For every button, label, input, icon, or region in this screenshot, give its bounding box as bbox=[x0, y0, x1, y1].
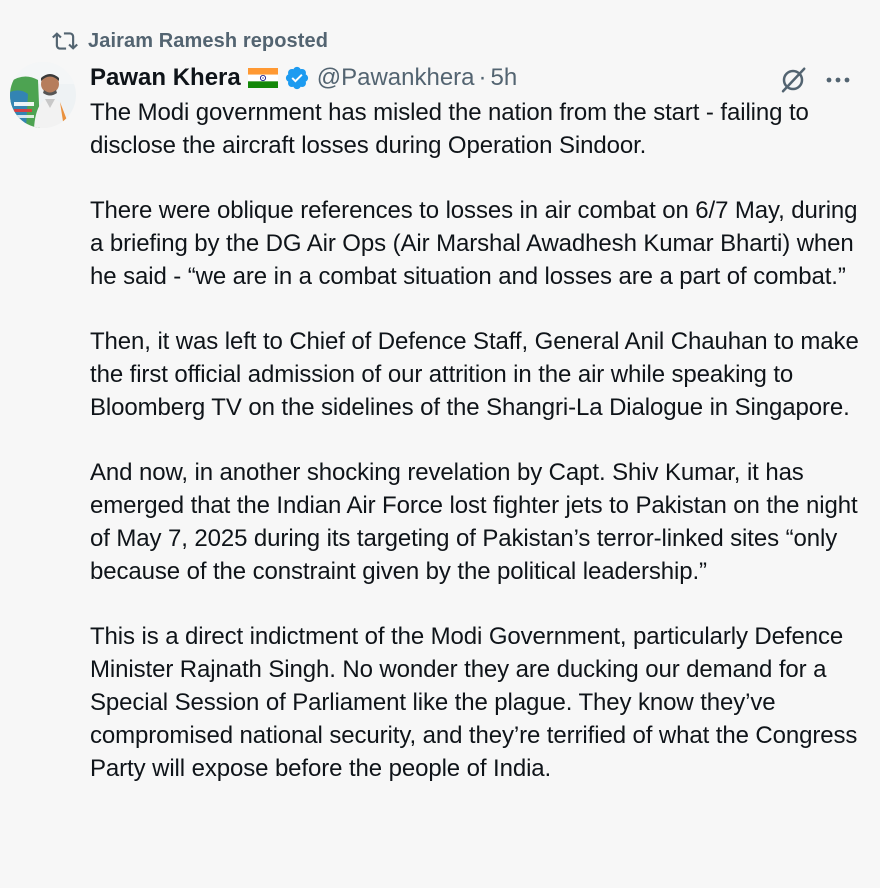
tweet-paragraph: The Modi government has misled the natio… bbox=[90, 99, 809, 159]
tweet-card[interactable]: Jairam Ramesh reposted Pawan Khera @Pawa… bbox=[0, 6, 880, 888]
repost-indicator[interactable]: Jairam Ramesh reposted bbox=[52, 26, 328, 56]
author-name[interactable]: Pawan Khera bbox=[90, 64, 241, 92]
grok-icon[interactable] bbox=[778, 65, 808, 95]
tweet-paragraph: There were oblique references to losses … bbox=[90, 197, 858, 290]
tweet-paragraph: Then, it was left to Chief of Defence St… bbox=[90, 328, 859, 421]
avatar-image bbox=[10, 62, 76, 128]
author-handle[interactable]: @Pawankhera bbox=[317, 64, 475, 92]
repost-label[interactable]: Jairam Ramesh reposted bbox=[88, 30, 328, 53]
tweet-text: The Modi government has misled the natio… bbox=[90, 96, 865, 817]
tweet-paragraph: And now, in another shocking revelation … bbox=[90, 459, 858, 585]
separator-dot: · bbox=[478, 64, 487, 91]
india-flag-icon bbox=[247, 68, 278, 88]
tweet-timestamp[interactable]: 5h bbox=[491, 64, 518, 92]
repost-icon bbox=[52, 32, 78, 50]
more-icon[interactable] bbox=[824, 68, 852, 92]
tweet-paragraph: This is a direct indictment of the Modi … bbox=[90, 623, 858, 782]
tweet-header: Pawan Khera @Pawankhera · 5h bbox=[90, 61, 517, 95]
verified-badge-icon[interactable] bbox=[284, 65, 310, 91]
author-avatar[interactable] bbox=[10, 62, 76, 128]
